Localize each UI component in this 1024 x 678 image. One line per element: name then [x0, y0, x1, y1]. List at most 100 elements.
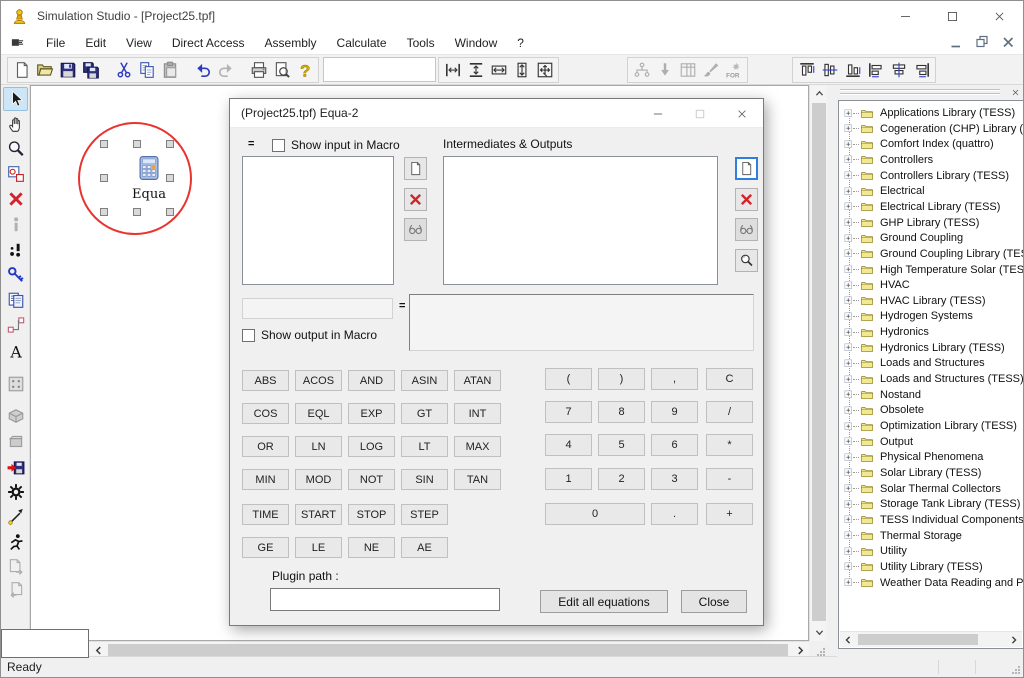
key-digit-6-button[interactable]: 6 [651, 434, 698, 456]
menu-tools[interactable]: Tools [397, 33, 445, 53]
func-eql-button[interactable]: EQL [295, 403, 342, 424]
selection-handle[interactable] [100, 208, 108, 216]
tree-item-solar-library-tess[interactable]: Solar Library (TESS) [839, 465, 981, 481]
make-same-height-button[interactable] [510, 58, 533, 82]
tree-item-loads-and-structures-tess[interactable]: Loads and Structures (TESS) [839, 371, 1023, 387]
align-horizontal-center-button[interactable] [887, 58, 910, 82]
vertical-scroll-thumb[interactable] [812, 103, 826, 621]
close-button[interactable] [976, 1, 1023, 31]
tree-horizontal-scrollbar[interactable] [840, 631, 1022, 647]
align-right-button[interactable] [910, 58, 933, 82]
edit-all-equations-button[interactable]: Edit all equations [540, 590, 668, 613]
tree-item-tess-individual-components[interactable]: TESS Individual Components [839, 512, 1023, 528]
print-button[interactable] [247, 58, 270, 82]
tree-item-utility-library-tess[interactable]: Utility Library (TESS) [839, 559, 983, 575]
save-button[interactable] [56, 58, 79, 82]
func-asin-button[interactable]: ASIN [401, 370, 448, 391]
copy-button[interactable] [135, 58, 158, 82]
expand-icon[interactable] [844, 515, 853, 524]
tree-item-nostand[interactable]: Nostand [839, 387, 921, 403]
func-log-button[interactable]: LOG [348, 436, 395, 457]
expand-icon[interactable] [844, 234, 853, 243]
print-preview-button[interactable] [270, 58, 293, 82]
tree-item-hvac-library-tess[interactable]: HVAC Library (TESS) [839, 293, 986, 309]
key-digit-4-button[interactable]: 4 [545, 434, 592, 456]
key-minus-button[interactable]: - [706, 468, 753, 490]
library-tree[interactable]: Applications Library (TESS) Cogeneration … [838, 100, 1023, 649]
mdi-restore-button[interactable] [973, 34, 992, 50]
zoom-tool[interactable] [3, 137, 28, 161]
dialog-maximize-button[interactable] [679, 99, 721, 128]
search-output-button[interactable] [735, 249, 758, 272]
tree-item-ground-coupling[interactable]: Ground Coupling [839, 230, 963, 246]
func-start-button[interactable]: START [295, 504, 342, 525]
tree-item-cogeneration-chp-library-t[interactable]: Cogeneration (CHP) Library (T [839, 121, 1023, 137]
key-divide-button[interactable]: / [706, 401, 753, 423]
tree-item-hydronics-library-tess[interactable]: Hydronics Library (TESS) [839, 340, 1005, 356]
expand-icon[interactable] [844, 312, 853, 321]
menu-direct-access[interactable]: Direct Access [162, 33, 255, 53]
expand-icon[interactable] [844, 343, 853, 352]
selection-handle[interactable] [100, 140, 108, 148]
tree-item-thermal-storage[interactable]: Thermal Storage [839, 528, 962, 544]
breakpoint-tool[interactable] [3, 238, 28, 262]
plugin-path-input[interactable] [270, 588, 500, 611]
func-ge-button[interactable]: GE [242, 537, 289, 558]
export-save-tool[interactable] [3, 455, 28, 479]
tree-item-high-temperature-solar-tes[interactable]: High Temperature Solar (TES [839, 262, 1023, 278]
expand-icon[interactable] [844, 468, 853, 477]
tree-item-storage-tank-library-tess[interactable]: Storage Tank Library (TESS) [839, 496, 1020, 512]
expand-icon[interactable] [844, 328, 853, 337]
tree-item-controllers[interactable]: Controllers [839, 152, 933, 168]
maximize-button[interactable] [929, 1, 976, 31]
expand-icon[interactable] [844, 281, 853, 290]
window-resize-grip[interactable] [1011, 665, 1020, 674]
space-vertical-button[interactable] [464, 58, 487, 82]
make-same-width-button[interactable] [487, 58, 510, 82]
inputs-listbox[interactable] [242, 156, 394, 285]
func-lt-button[interactable]: LT [401, 436, 448, 457]
undo-button[interactable] [191, 58, 214, 82]
key-digit-3-button[interactable]: 3 [651, 468, 698, 490]
selection-handle[interactable] [133, 208, 141, 216]
func-mod-button[interactable]: MOD [295, 469, 342, 490]
tree-item-comfort-index-quattro[interactable]: Comfort Index (quattro) [839, 136, 994, 152]
key-digit-7-button[interactable]: 7 [545, 401, 592, 423]
expand-icon[interactable] [844, 562, 853, 571]
key-digit-1-button[interactable]: 1 [545, 468, 592, 490]
show-output-checkbox[interactable] [242, 329, 255, 342]
delete-tool[interactable] [3, 187, 28, 211]
func-atan-button[interactable]: ATAN [454, 370, 501, 391]
menu-edit[interactable]: Edit [75, 33, 116, 53]
tree-item-hvac[interactable]: HVAC [839, 277, 910, 293]
key-digit-9-button[interactable]: 9 [651, 401, 698, 423]
expand-icon[interactable] [844, 500, 853, 509]
func-ae-button[interactable]: AE [401, 537, 448, 558]
tree-item-electrical-library-tess[interactable]: Electrical Library (TESS) [839, 199, 1000, 215]
key-digit-0-button[interactable]: 0 [545, 503, 645, 525]
align-top-button[interactable] [795, 58, 818, 82]
func-tan-button[interactable]: TAN [454, 469, 501, 490]
func-acos-button[interactable]: ACOS [295, 370, 342, 391]
func-ln-button[interactable]: LN [295, 436, 342, 457]
expand-icon[interactable] [844, 359, 853, 368]
canvas-vertical-scrollbar[interactable] [809, 85, 827, 641]
tree-scroll-thumb[interactable] [858, 634, 978, 645]
scroll-up-button[interactable] [810, 85, 828, 102]
mdi-close-button[interactable] [999, 34, 1018, 50]
probe-arrow-tool[interactable] [3, 505, 28, 529]
func-stop-button[interactable]: STOP [348, 504, 395, 525]
expand-icon[interactable] [844, 422, 853, 431]
new-file-button[interactable] [10, 58, 33, 82]
expand-icon[interactable] [844, 155, 853, 164]
pan-hand-tool[interactable] [3, 112, 28, 136]
expand-icon[interactable] [844, 547, 853, 556]
func-or-button[interactable]: OR [242, 436, 289, 457]
document-system-menu-icon[interactable] [9, 35, 26, 50]
key-digit-2-button[interactable]: 2 [598, 468, 645, 490]
menu-calculate[interactable]: Calculate [327, 33, 397, 53]
expand-icon[interactable] [844, 406, 853, 415]
new-input-button[interactable] [404, 157, 427, 180]
tree-scroll-left-button[interactable] [840, 632, 856, 647]
expand-icon[interactable] [844, 531, 853, 540]
